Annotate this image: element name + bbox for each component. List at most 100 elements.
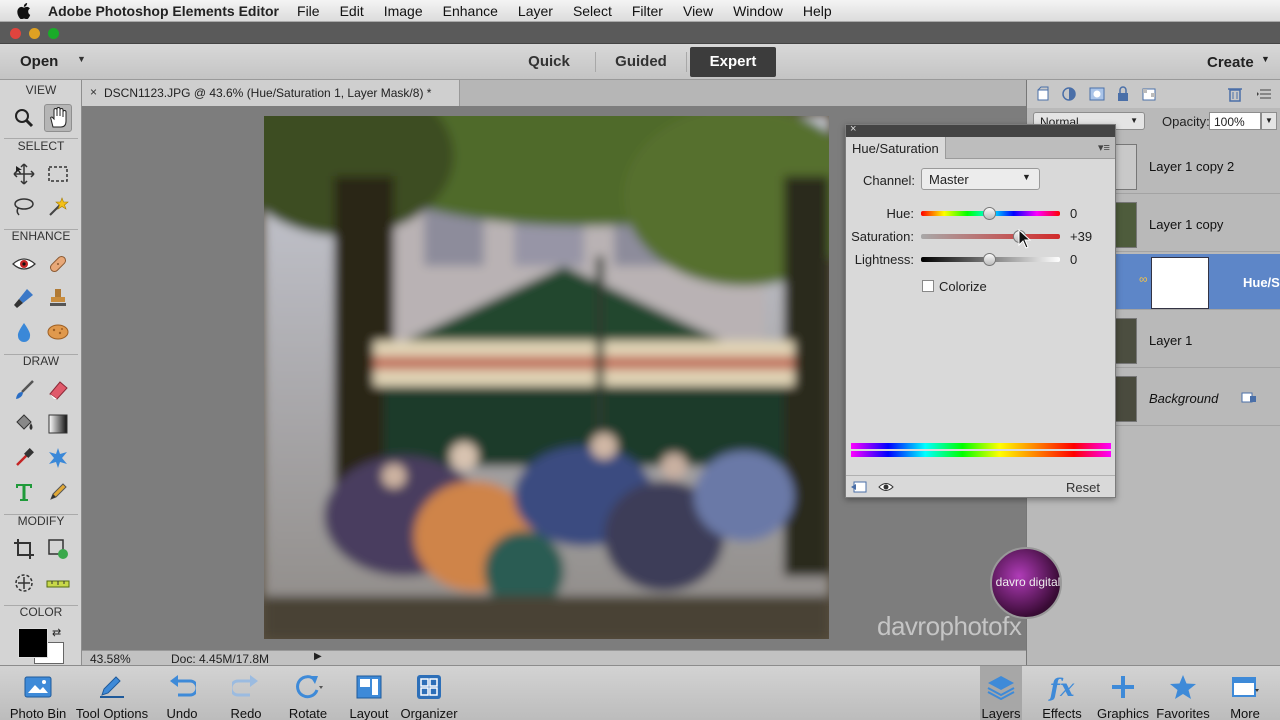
minimize-window-button[interactable]: [29, 28, 40, 39]
background-lock-icon[interactable]: [1241, 390, 1257, 407]
layer-name: Layer 1 copy: [1149, 217, 1224, 232]
close-window-button[interactable]: [10, 28, 21, 39]
clip-to-layer-icon[interactable]: [850, 480, 868, 497]
lasso-tool-icon[interactable]: [10, 193, 38, 221]
gradient-tool-icon[interactable]: [44, 410, 72, 438]
sponge-tool-icon[interactable]: [44, 318, 72, 346]
organizer-button[interactable]: Organizer: [398, 666, 460, 720]
blur-tool-icon[interactable]: [10, 318, 38, 346]
delete-layer-icon[interactable]: [1227, 86, 1243, 102]
tab-guided[interactable]: Guided: [603, 47, 679, 77]
smart-brush-icon[interactable]: [10, 284, 38, 312]
layer-mask-thumbnail[interactable]: [1151, 257, 1209, 309]
lightness-value[interactable]: 0: [1070, 252, 1100, 267]
move-tool-icon[interactable]: [10, 160, 38, 188]
content-aware-move-icon[interactable]: [10, 569, 38, 597]
magic-wand-icon[interactable]: [44, 193, 72, 221]
menu-help[interactable]: Help: [803, 3, 832, 19]
layout-button[interactable]: Layout: [344, 666, 394, 720]
more-button[interactable]: More: [1222, 666, 1268, 720]
healing-brush-icon[interactable]: [44, 250, 72, 278]
pencil-tool-icon[interactable]: [44, 478, 72, 506]
menu-filter[interactable]: Filter: [632, 3, 663, 19]
document-tab-title: DSCN1123.JPG @ 43.6% (Hue/Saturation 1, …: [104, 86, 432, 100]
effects-button[interactable]: fx Effects: [1038, 666, 1086, 720]
panel-menu-icon[interactable]: [1257, 86, 1273, 102]
opacity-dropdown-icon[interactable]: ▼: [1261, 112, 1277, 130]
channel-select[interactable]: Master ▼: [921, 168, 1040, 190]
eyedropper-tool-icon[interactable]: [10, 444, 38, 472]
create-button[interactable]: Create: [1207, 54, 1254, 71]
watermark-logo-text: davro digital: [995, 575, 1061, 589]
new-layer-icon[interactable]: [1035, 86, 1051, 102]
hue-value[interactable]: 0: [1070, 206, 1100, 221]
rotate-button[interactable]: Rotate: [282, 666, 334, 720]
type-tool-icon[interactable]: [10, 478, 38, 506]
photo-bin-button[interactable]: Photo Bin: [4, 666, 72, 720]
reset-button[interactable]: Reset: [1066, 480, 1100, 495]
foreground-color-swatch[interactable]: [18, 628, 48, 658]
saturation-value[interactable]: +39: [1070, 229, 1100, 244]
saturation-slider-track[interactable]: [921, 234, 1060, 239]
swap-colors-icon[interactable]: ⇄: [52, 626, 61, 639]
app-name[interactable]: Adobe Photoshop Elements Editor: [48, 3, 279, 19]
menu-file[interactable]: File: [297, 3, 320, 19]
menu-layer[interactable]: Layer: [518, 3, 553, 19]
clone-stamp-icon[interactable]: [44, 284, 72, 312]
new-adjustment-layer-icon[interactable]: [1061, 86, 1077, 102]
layers-button[interactable]: Layers: [980, 666, 1022, 720]
close-icon[interactable]: ×: [850, 123, 856, 135]
zoom-readout[interactable]: 43.58%: [90, 652, 131, 666]
favorites-button[interactable]: Favorites: [1154, 666, 1212, 720]
mode-divider: [686, 52, 687, 72]
panel-drag-bar[interactable]: ×: [846, 123, 1115, 137]
paint-bucket-icon[interactable]: [10, 410, 38, 438]
close-document-icon[interactable]: ×: [90, 85, 97, 99]
tab-expert[interactable]: Expert: [690, 47, 776, 77]
menu-view[interactable]: View: [683, 3, 713, 19]
straighten-tool-icon[interactable]: [44, 569, 72, 597]
recompose-tool-icon[interactable]: [44, 535, 72, 563]
redo-button[interactable]: Redo: [222, 666, 270, 720]
visibility-eye-icon[interactable]: [878, 480, 894, 497]
graphics-button[interactable]: Graphics: [1096, 666, 1150, 720]
tab-quick[interactable]: Quick: [512, 47, 586, 77]
apple-icon[interactable]: [0, 2, 48, 19]
menu-image[interactable]: Image: [384, 3, 423, 19]
brush-tool-icon[interactable]: [10, 376, 38, 404]
lock-transparency-icon[interactable]: [1141, 86, 1157, 102]
create-dropdown-icon[interactable]: ▼: [1261, 54, 1270, 64]
menu-window[interactable]: Window: [733, 3, 783, 19]
panel-tab-title[interactable]: Hue/Saturation: [846, 137, 946, 159]
undo-label: Undo: [166, 706, 198, 720]
status-menu-arrow-icon[interactable]: ▶: [314, 651, 322, 662]
crop-tool-icon[interactable]: [10, 535, 38, 563]
hue-slider-thumb[interactable]: [983, 207, 996, 220]
menu-edit[interactable]: Edit: [340, 3, 364, 19]
menu-enhance[interactable]: Enhance: [443, 3, 498, 19]
tool-options-label: Tool Options: [75, 706, 149, 720]
lock-all-icon[interactable]: [1115, 86, 1131, 102]
layer-mask-icon[interactable]: [1089, 86, 1105, 102]
tool-options-button[interactable]: Tool Options: [74, 666, 150, 720]
undo-button[interactable]: Undo: [158, 666, 206, 720]
custom-shape-icon[interactable]: [44, 444, 72, 472]
eraser-tool-icon[interactable]: [44, 376, 72, 404]
menu-bar: Adobe Photoshop Elements Editor File Edi…: [0, 0, 1280, 22]
zoom-tool-icon[interactable]: [10, 104, 38, 132]
mask-link-icon[interactable]: ∞: [1139, 272, 1148, 286]
colorize-checkbox[interactable]: [922, 280, 934, 292]
open-button[interactable]: Open: [20, 53, 58, 70]
opacity-input[interactable]: 100%: [1209, 112, 1261, 130]
panel-menu-icon[interactable]: ▾≡: [1098, 141, 1110, 154]
hand-tool-icon[interactable]: [44, 104, 72, 132]
open-dropdown-icon[interactable]: ▼: [77, 54, 86, 64]
lightness-slider-thumb[interactable]: [983, 253, 996, 266]
watermark-text: davrophotofx: [877, 611, 1022, 641]
menu-select[interactable]: Select: [573, 3, 612, 19]
document-tab[interactable]: × DSCN1123.JPG @ 43.6% (Hue/Saturation 1…: [82, 80, 460, 106]
document-photo[interactable]: [264, 116, 829, 639]
rectangular-marquee-icon[interactable]: [44, 160, 72, 188]
zoom-window-button[interactable]: [48, 28, 59, 39]
red-eye-removal-icon[interactable]: [10, 250, 38, 278]
